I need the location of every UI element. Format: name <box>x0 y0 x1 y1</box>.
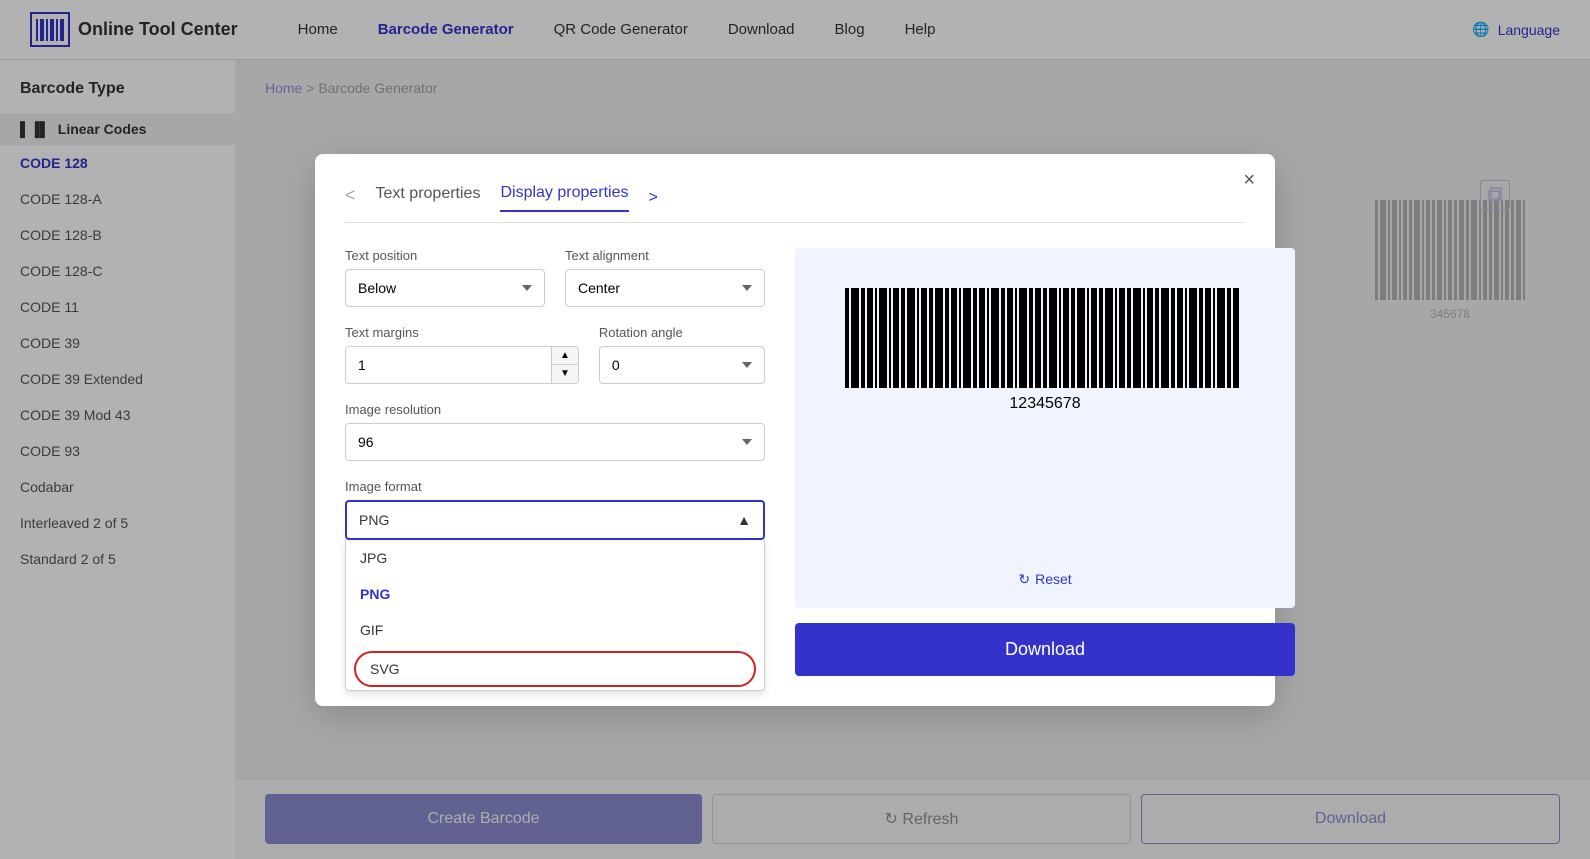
tab-text-properties[interactable]: Text properties <box>376 185 481 211</box>
rotation-angle-select[interactable]: 0 90 180 270 <box>599 346 765 384</box>
form-group-image-resolution: Image resolution 96 150 300 <box>345 402 765 461</box>
form-group-image-format: Image format PNG ▲ JPG PNG GIF SVG <box>345 479 765 540</box>
form-row-1: Text position Below Above None Text alig… <box>345 248 765 307</box>
image-format-dropdown: PNG ▲ JPG PNG GIF SVG <box>345 500 765 540</box>
barcode-preview: 12345678 <box>815 268 1275 441</box>
text-margins-label: Text margins <box>345 325 579 340</box>
image-resolution-label: Image resolution <box>345 402 765 417</box>
margins-down-button[interactable]: ▼ <box>552 365 578 383</box>
modal-download-button[interactable]: Download <box>795 623 1295 676</box>
text-position-select[interactable]: Below Above None <box>345 269 545 307</box>
reset-button[interactable]: ↻ Reset <box>1018 571 1071 588</box>
image-format-selected[interactable]: PNG ▲ <box>345 500 765 540</box>
text-alignment-label: Text alignment <box>565 248 765 263</box>
chevron-up-icon: ▲ <box>737 512 751 528</box>
tab-prev-arrow[interactable]: < <box>345 185 356 211</box>
text-position-label: Text position <box>345 248 545 263</box>
form-row-4: Image format PNG ▲ JPG PNG GIF SVG <box>345 479 765 540</box>
form-group-text-margins: Text margins ▲ ▼ <box>345 325 579 384</box>
margins-up-button[interactable]: ▲ <box>552 347 578 366</box>
svg-text:12345678: 12345678 <box>1009 395 1080 412</box>
text-alignment-select[interactable]: Center Left Right <box>565 269 765 307</box>
modal-form: Text position Below Above None Text alig… <box>345 248 765 676</box>
rotation-angle-label: Rotation angle <box>599 325 765 340</box>
modal-preview: 12345678 ↻ Reset Download <box>795 248 1295 676</box>
form-group-rotation-angle: Rotation angle 0 90 180 270 <box>599 325 765 384</box>
text-margins-input: ▲ ▼ <box>345 346 579 384</box>
form-group-text-position: Text position Below Above None <box>345 248 545 307</box>
number-controls: ▲ ▼ <box>551 347 578 383</box>
form-group-text-alignment: Text alignment Center Left Right <box>565 248 765 307</box>
modal-body: Text position Below Above None Text alig… <box>345 248 1245 676</box>
form-row-3: Image resolution 96 150 300 <box>345 402 765 461</box>
reset-label: Reset <box>1035 571 1072 587</box>
format-option-png[interactable]: PNG <box>346 576 764 612</box>
tab-next-arrow: > <box>649 189 658 207</box>
reset-icon: ↻ <box>1018 571 1030 588</box>
form-row-2: Text margins ▲ ▼ Rotation angle 0 <box>345 325 765 384</box>
image-format-value: PNG <box>359 512 389 528</box>
modal-close-button[interactable]: × <box>1243 169 1255 192</box>
image-format-list: JPG PNG GIF SVG <box>345 540 765 691</box>
text-margins-field[interactable] <box>346 347 551 383</box>
tab-display-properties[interactable]: Display properties <box>500 184 628 212</box>
format-option-jpg[interactable]: JPG <box>346 540 764 576</box>
barcode-image: 12345678 <box>835 288 1255 418</box>
format-option-svg[interactable]: SVG <box>354 651 756 687</box>
modal-overlay[interactable]: × < Text properties Display properties >… <box>0 0 1590 859</box>
image-format-label: Image format <box>345 479 765 494</box>
format-option-gif[interactable]: GIF <box>346 612 764 648</box>
modal-tabs: < Text properties Display properties > <box>345 184 1245 223</box>
modal: × < Text properties Display properties >… <box>315 154 1275 706</box>
image-resolution-select[interactable]: 96 150 300 <box>345 423 765 461</box>
preview-area: 12345678 ↻ Reset <box>795 248 1295 608</box>
